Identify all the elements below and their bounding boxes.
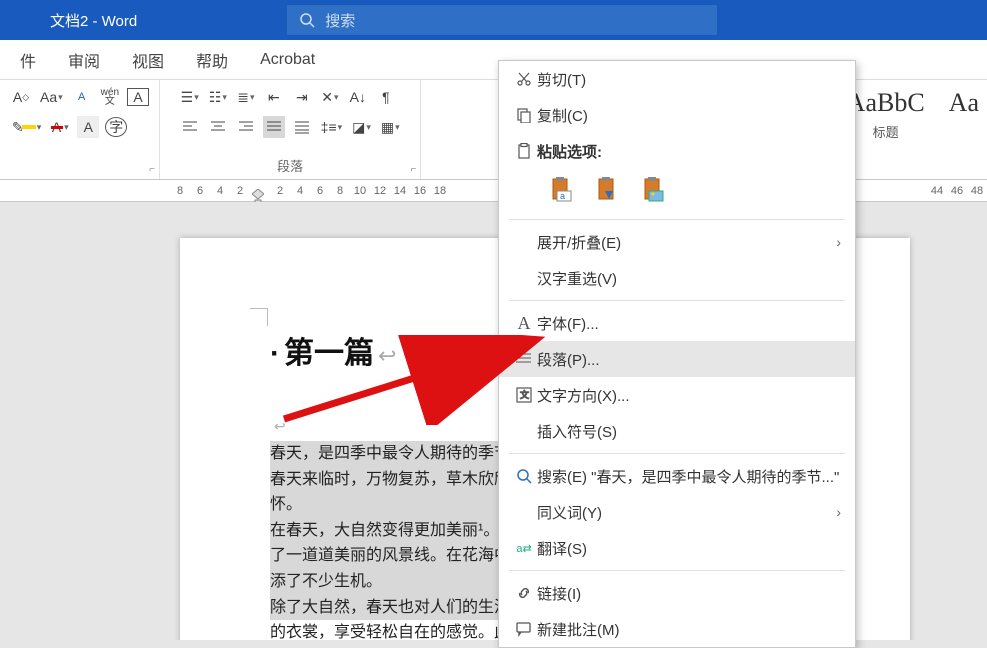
translate-icon: a⇄ — [511, 542, 537, 555]
tab-view[interactable]: 视图 — [116, 48, 180, 72]
align-right-button[interactable] — [235, 116, 257, 138]
comment-icon — [511, 621, 537, 637]
tab-acrobat[interactable]: Acrobat — [244, 51, 331, 69]
search-placeholder: 搜索 — [325, 10, 355, 31]
text-direction-icon: 文 — [511, 387, 537, 403]
paste-options-row: a — [499, 169, 855, 215]
ribbon-group-font: A◇ Aa▾ A wén文 A ✎▾ A▾ A 字 ⌐ — [0, 80, 160, 179]
search-icon — [511, 468, 537, 484]
ctx-new-comment[interactable]: 新建批注(M) — [499, 611, 855, 647]
shading-button[interactable]: ◪▾ — [350, 116, 373, 138]
borders-button[interactable]: ▦▾ — [379, 116, 402, 138]
style-sample-title[interactable]: AaBbC 标题 — [847, 88, 925, 141]
ctx-insert-symbol[interactable]: 插入符号(S) — [499, 413, 855, 449]
align-center-button[interactable] — [207, 116, 229, 138]
paste-keep-source-button[interactable]: a — [545, 175, 579, 205]
multilevel-button[interactable]: ≣▾ — [235, 86, 257, 108]
asian-layout-button[interactable]: ✕▾ — [319, 86, 341, 108]
tab-review[interactable]: 审阅 — [52, 48, 116, 72]
justify-button[interactable] — [263, 116, 285, 138]
style-sample-2[interactable]: Aa — [949, 88, 979, 118]
line-spacing-button[interactable]: ‡≡▾ — [319, 116, 345, 138]
distribute-button[interactable] — [291, 116, 313, 138]
svg-text:文: 文 — [520, 389, 529, 400]
ctx-cut-label: 剪切(T) — [537, 69, 841, 90]
chevron-right-icon: › — [836, 504, 841, 520]
paragraph-dialog-launcher[interactable]: ⌐ — [410, 164, 416, 175]
context-menu: 剪切(T) 复制(C) 粘贴选项: a 展开/折叠(E) › 汉字重选(V) — [498, 60, 856, 648]
scissors-icon — [511, 71, 537, 87]
clipboard-icon — [511, 143, 537, 159]
ctx-paste-label: 粘贴选项: — [537, 141, 841, 162]
ctx-paste-label-row: 粘贴选项: — [499, 133, 855, 169]
paragraph-lines-icon — [511, 352, 537, 366]
ctx-expand-collapse[interactable]: 展开/折叠(E) › — [499, 224, 855, 260]
link-icon — [511, 585, 537, 601]
char-shading-button[interactable]: A — [77, 116, 99, 138]
clear-format-button[interactable]: A◇ — [10, 86, 32, 108]
ctx-copy-label: 复制(C) — [537, 105, 841, 126]
ctx-link[interactable]: 链接(I) — [499, 575, 855, 611]
ctx-paragraph[interactable]: 段落(P)... — [499, 341, 855, 377]
title-bar: 文档2 - Word 搜索 — [0, 0, 987, 40]
enclose-char-button[interactable]: 字 — [105, 117, 127, 137]
ctx-text-direction[interactable]: 文 文字方向(X)... — [499, 377, 855, 413]
paste-picture-button[interactable] — [637, 175, 671, 205]
outdent-button[interactable]: ⇤ — [263, 86, 285, 108]
phonetic-pinyin-button[interactable]: wén文 — [99, 86, 121, 108]
indent-button[interactable]: ⇥ — [291, 86, 313, 108]
search-box[interactable]: 搜索 — [287, 5, 717, 35]
window-title: 文档2 - Word — [50, 10, 137, 31]
phonetic-button[interactable]: A — [71, 86, 93, 108]
align-left-button[interactable] — [179, 116, 201, 138]
font-icon: A — [511, 313, 537, 334]
font-color-button[interactable]: A▾ — [49, 116, 71, 138]
sort-button[interactable]: A↓ — [347, 86, 369, 108]
copy-icon — [511, 107, 537, 123]
ctx-font[interactable]: A 字体(F)... — [499, 305, 855, 341]
ctx-hanzi-reselect[interactable]: 汉字重选(V) — [499, 260, 855, 296]
ctx-search[interactable]: 搜索(E) "春天，是四季中最令人期待的季节..." — [499, 458, 855, 494]
bullets-button[interactable]: ☰▾ — [179, 86, 201, 108]
numbering-button[interactable]: ☷▾ — [207, 86, 229, 108]
char-border-button[interactable]: A — [127, 88, 149, 106]
ctx-copy[interactable]: 复制(C) — [499, 97, 855, 133]
search-icon — [299, 12, 315, 28]
font-dialog-launcher[interactable]: ⌐ — [149, 164, 155, 175]
ribbon-group-paragraph: ☰▾ ☷▾ ≣▾ ⇤ ⇥ ✕▾ A↓ ¶ — [160, 80, 421, 179]
paste-merge-button[interactable] — [591, 175, 625, 205]
ctx-translate[interactable]: a⇄ 翻译(S) — [499, 530, 855, 566]
margin-corner-mark — [250, 308, 268, 326]
highlight-button[interactable]: ✎▾ — [10, 116, 43, 138]
svg-text:a: a — [560, 191, 565, 201]
font-size-button[interactable]: Aa▾ — [38, 86, 65, 108]
show-marks-button[interactable]: ¶ — [375, 86, 397, 108]
ctx-synonyms[interactable]: 同义词(Y) › — [499, 494, 855, 530]
ctx-cut[interactable]: 剪切(T) — [499, 61, 855, 97]
tab-partial[interactable]: 件 — [4, 48, 52, 72]
tab-help[interactable]: 帮助 — [180, 48, 244, 72]
chevron-right-icon: › — [836, 234, 841, 250]
paragraph-group-label: 段落 — [277, 156, 303, 175]
